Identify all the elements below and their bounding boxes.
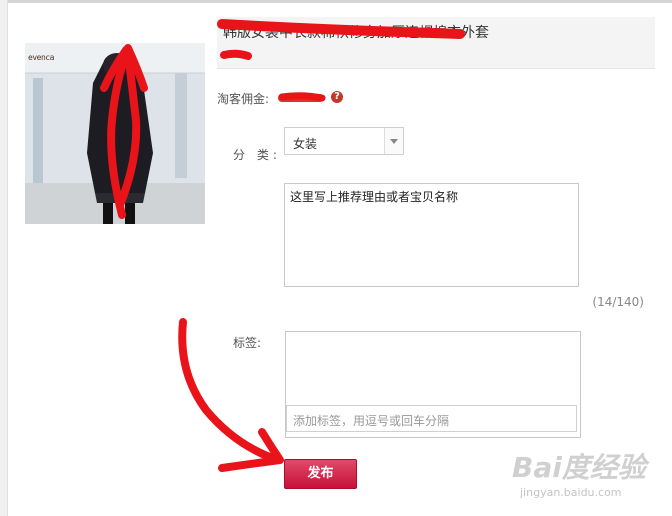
category-label: 分 类:: [233, 148, 281, 162]
tags-input-placeholder: 添加标签，用逗号或回车分隔: [293, 414, 450, 428]
product-image: evenca: [25, 43, 205, 224]
baidu-watermark: Bai度经验 jingyan.baidu.com: [512, 446, 672, 516]
tags-input[interactable]: 添加标签，用逗号或回车分隔: [286, 405, 577, 432]
curved-arrow-annotation: [178, 318, 282, 464]
tags-label: 标签:: [233, 336, 262, 350]
product-title: 韩版女装中长款棉袄修身加厚连帽棉衣外套: [223, 25, 489, 41]
category-selected-value: 女装: [293, 137, 318, 151]
arrowhead-annotation: [218, 428, 284, 472]
brand-logo-text: evenca: [28, 53, 54, 62]
commission-value-redacted: [278, 94, 324, 102]
product-title-box: 韩版女装中长款棉袄修身加厚连帽棉衣外套: [217, 17, 655, 69]
top-border: [0, 0, 672, 3]
recommend-reason-textarea[interactable]: 这里写上推荐理由或者宝贝名称: [284, 183, 579, 287]
chevron-down-icon: [390, 139, 398, 144]
char-count: (14/140): [592, 295, 644, 309]
watermark-url: jingyan.baidu.com: [520, 486, 622, 499]
watermark-logo: Bai度经验: [512, 451, 646, 484]
category-select[interactable]: 女装: [284, 127, 404, 155]
publish-button[interactable]: 发布: [284, 459, 357, 489]
recommend-reason-text: 这里写上推荐理由或者宝贝名称: [290, 190, 459, 204]
product-photo-graphic: [25, 43, 205, 224]
left-border: [0, 0, 8, 516]
category-dropdown-toggle[interactable]: [384, 128, 403, 154]
commission-label: 淘客佣金:: [217, 92, 270, 106]
help-icon[interactable]: ?: [331, 91, 343, 103]
